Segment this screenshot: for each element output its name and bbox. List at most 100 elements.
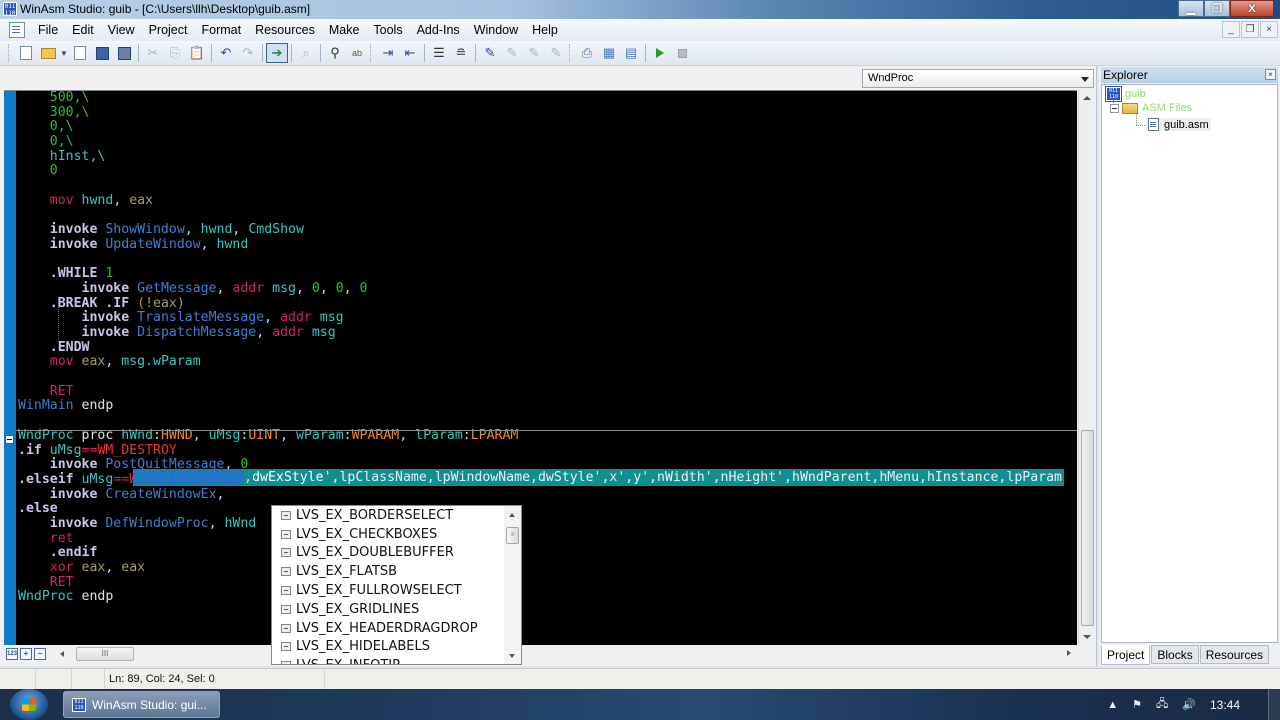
menu-window[interactable]: Window — [467, 19, 525, 41]
code-line[interactable]: WinMain endp — [18, 399, 518, 414]
scroll-down-icon[interactable] — [509, 654, 515, 658]
scroll-down-icon[interactable] — [1083, 635, 1091, 639]
tree-item-project[interactable]: 011 110 guib — [1105, 86, 1146, 102]
code-line[interactable]: 0,\ — [18, 134, 518, 150]
code-line[interactable]: invoke CreateWindowEx, — [18, 487, 518, 503]
menu-help[interactable]: Help — [525, 19, 565, 41]
copy-icon[interactable]: ⎘ — [164, 43, 186, 63]
toggle-bookmark-icon[interactable]: ✎ — [479, 43, 501, 63]
code-line[interactable]: mov eax, msg.wParam — [18, 355, 518, 370]
tab-blocks[interactable]: Blocks — [1151, 645, 1199, 664]
paste-icon[interactable]: 📋 — [186, 43, 208, 63]
toolbar-grip[interactable] — [8, 44, 11, 62]
menu-tools[interactable]: Tools — [366, 19, 409, 41]
procedure-combo[interactable]: WndProc — [862, 69, 1094, 88]
code-line[interactable]: .ENDW — [18, 340, 518, 356]
show-hidden-icons-icon[interactable]: ▲ — [1107, 699, 1118, 711]
menu-make[interactable]: Make — [322, 19, 367, 41]
menu-edit[interactable]: Edit — [65, 19, 101, 41]
redo-icon[interactable]: ↷ — [237, 43, 259, 63]
menu-add-ins[interactable]: Add-Ins — [410, 19, 467, 41]
autocomplete-item[interactable]: LVS_EX_BORDERSELECT — [272, 506, 521, 525]
start-button[interactable] — [10, 689, 48, 720]
autocomplete-item[interactable]: LVS_EX_HEADERDRAGDROP — [272, 619, 521, 638]
code-line[interactable]: 0 — [18, 164, 518, 179]
code-line[interactable]: invoke UpdateWindow, hwnd — [18, 237, 518, 253]
tree-item-file[interactable]: guib.asm — [1146, 118, 1211, 131]
code-line[interactable]: .if uMsg==WM_DESTROY — [18, 443, 518, 459]
next-bookmark-icon[interactable]: ✎ — [501, 43, 523, 63]
run-icon[interactable] — [649, 43, 671, 63]
mdi-restore-button[interactable]: ❐ — [1241, 21, 1259, 38]
autocomplete-item[interactable]: LVS_EX_GRIDLINES — [272, 600, 521, 619]
vertical-scroll-thumb[interactable] — [1081, 430, 1094, 626]
code-line[interactable]: invoke DispatchMessage, addr msg — [18, 325, 518, 341]
scroll-left-icon[interactable] — [60, 651, 64, 657]
assemble-icon[interactable]: ⎙ — [576, 43, 598, 63]
toolbar-grip[interactable] — [370, 44, 373, 62]
cut-icon[interactable]: ✂ — [142, 43, 164, 63]
taskbar-winasm-button[interactable]: 011 110 WinAsm Studio: gui... — [63, 691, 220, 718]
collapse-icon[interactable] — [1110, 103, 1119, 113]
uncomment-icon[interactable]: ≘ — [450, 43, 472, 63]
code-line[interactable]: RET — [18, 384, 518, 400]
clear-bookmarks-icon[interactable]: ✎ — [545, 43, 567, 63]
action-center-flag-icon[interactable]: ⚑ — [1132, 698, 1142, 711]
toolbar-grip[interactable] — [569, 44, 572, 62]
tab-project[interactable]: Project — [1101, 645, 1151, 665]
tree-item-asm-files[interactable]: ASM Files — [1110, 102, 1192, 114]
code-line[interactable]: 500,\ — [18, 91, 518, 106]
save-icon[interactable] — [91, 43, 113, 63]
mdi-minimize-button[interactable]: _ — [1222, 21, 1240, 38]
line-margin[interactable] — [4, 91, 16, 645]
code-line[interactable] — [18, 414, 518, 429]
find-icon[interactable]: ⚲ — [324, 43, 346, 63]
code-line[interactable]: invoke ShowWindow, hwnd, CmdShow — [18, 222, 518, 238]
horizontal-scroll-thumb[interactable]: III — [76, 647, 134, 661]
menu-project[interactable]: Project — [142, 19, 195, 41]
code-line[interactable]: WndProc proc hWnd:HWND, uMsg:UINT, wPara… — [18, 428, 518, 444]
document-icon[interactable] — [9, 22, 25, 38]
autocomplete-item[interactable]: LVS_EX_DOUBLEBUFFER — [272, 544, 521, 563]
expand-all-button[interactable]: + — [20, 648, 32, 660]
show-desktop-button[interactable] — [1268, 689, 1280, 720]
line-numbers-button[interactable]: 123 — [6, 648, 18, 660]
code-line[interactable]: hInst,\ — [18, 149, 518, 165]
tab-resources[interactable]: Resources — [1199, 645, 1270, 664]
code-line[interactable]: 300,\ — [18, 105, 518, 121]
autocomplete-item[interactable]: LVS_EX_FLATSB — [272, 562, 521, 581]
network-icon[interactable]: 🖧 — [1156, 695, 1168, 714]
chevron-down-icon[interactable] — [1081, 77, 1089, 82]
code-line[interactable]: 0,\ — [18, 120, 518, 135]
vertical-scrollbar[interactable] — [1078, 90, 1095, 645]
stop-icon[interactable] — [671, 43, 693, 63]
project-tree[interactable]: 011 110 guib ASM Files guib.asm — [1101, 84, 1278, 643]
autocomplete-item[interactable]: LVS_EX_HIDELABELS — [272, 638, 521, 657]
code-line[interactable]: .WHILE 1 — [18, 266, 518, 282]
prev-bookmark-icon[interactable]: ✎ — [523, 43, 545, 63]
code-line[interactable]: invoke TranslateMessage, addr msg — [18, 310, 518, 326]
restore-button[interactable]: ❐ — [1204, 0, 1230, 17]
autocomplete-scroll-thumb[interactable]: ≡ — [506, 527, 519, 544]
new-file-icon[interactable] — [69, 43, 91, 63]
autocomplete-item[interactable]: LVS_EX_INFOTIP — [272, 656, 521, 664]
indent-icon[interactable]: ⇥ — [377, 43, 399, 63]
comment-icon[interactable]: ☰ — [428, 43, 450, 63]
autocomplete-item[interactable]: LVS_EX_CHECKBOXES — [272, 525, 521, 544]
autocomplete-scrollbar[interactable]: ≡ — [504, 506, 521, 664]
code-line[interactable]: invoke GetMessage, addr msg, 0, 0, 0 — [18, 281, 518, 297]
build-icon[interactable]: ▦ — [598, 43, 620, 63]
volume-icon[interactable]: 🔊 — [1182, 698, 1196, 711]
open-project-icon[interactable] — [37, 43, 59, 63]
autocomplete-list[interactable]: LVS_EX_BORDERSELECT LVS_EX_CHECKBOXES LVS_… — [271, 505, 522, 665]
code-line[interactable]: mov hwnd, eax — [18, 193, 518, 209]
collapse-all-button[interactable]: − — [34, 648, 46, 660]
code-line[interactable] — [18, 253, 518, 268]
clock[interactable]: 13:44 — [1210, 698, 1240, 712]
undo-icon[interactable]: ↶ — [215, 43, 237, 63]
code-line[interactable] — [18, 179, 518, 194]
menu-format[interactable]: Format — [194, 19, 248, 41]
go-all-icon[interactable]: ▤ — [620, 43, 642, 63]
toggle-output-icon[interactable]: ➔ — [266, 43, 288, 63]
save-all-icon[interactable] — [113, 43, 135, 63]
